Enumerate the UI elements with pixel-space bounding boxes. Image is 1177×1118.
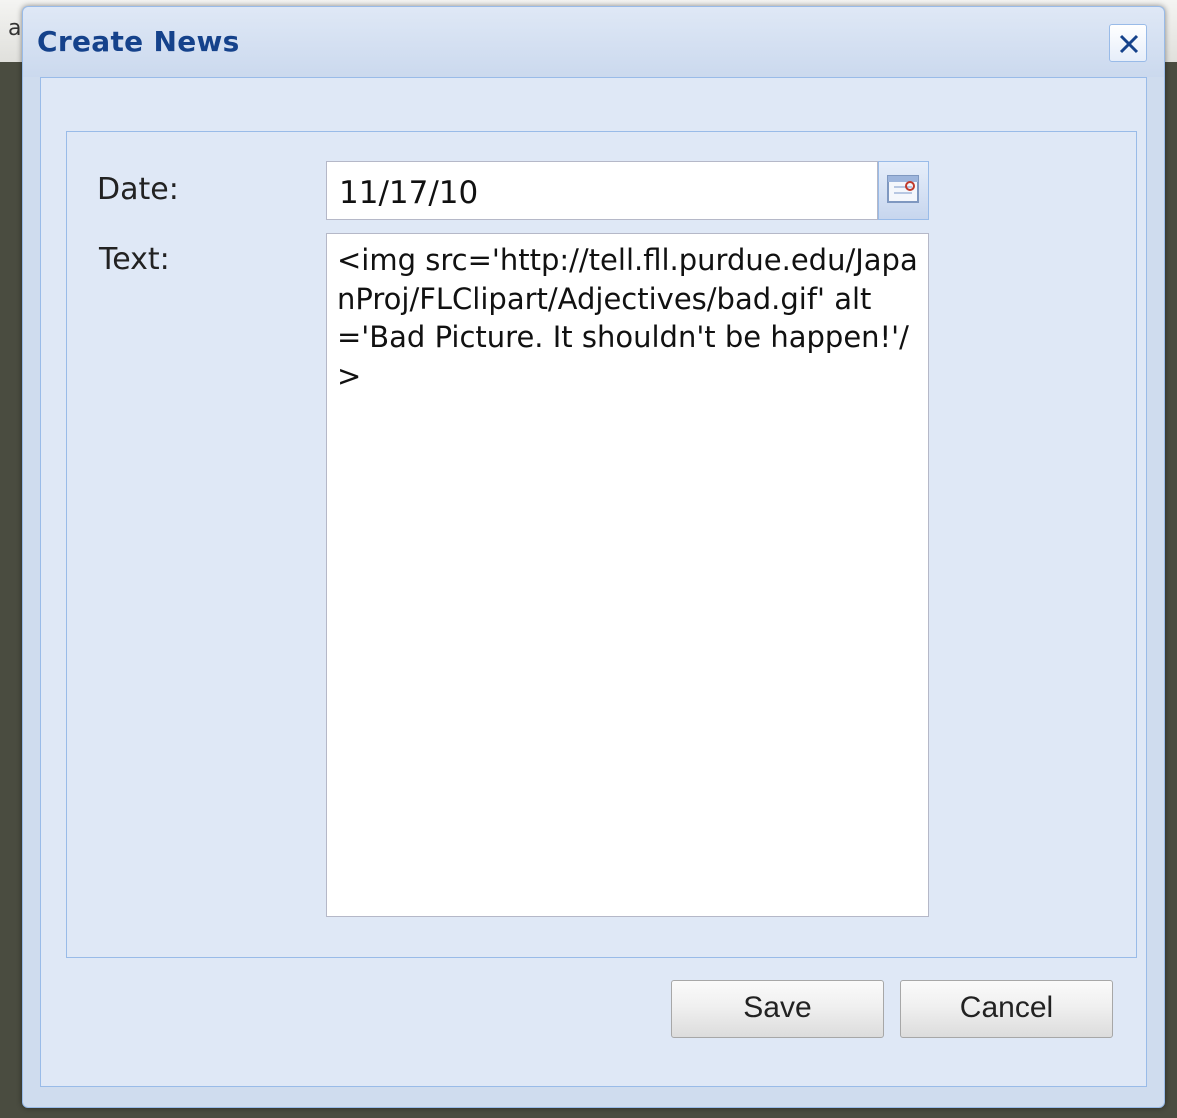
create-news-dialog: Create News Date: 11/17/10 Text: <img sr… xyxy=(22,6,1165,1108)
text-label: Text: xyxy=(99,242,170,277)
close-icon xyxy=(1119,34,1139,54)
close-button[interactable] xyxy=(1109,24,1147,62)
dialog-title: Create News xyxy=(37,25,240,58)
news-form: Date: 11/17/10 Text: <img src='http://te… xyxy=(66,131,1137,958)
background-text: a xyxy=(8,16,22,41)
dialog-body: Date: 11/17/10 Text: <img src='http://te… xyxy=(40,77,1147,1087)
date-picker-button[interactable] xyxy=(878,161,929,220)
dialog-titlebar[interactable]: Create News xyxy=(23,7,1164,77)
calendar-icon xyxy=(887,175,919,203)
save-button[interactable]: Save xyxy=(671,980,884,1038)
date-input[interactable]: 11/17/10 xyxy=(326,161,878,220)
cancel-button[interactable]: Cancel xyxy=(900,980,1113,1038)
date-label: Date: xyxy=(97,172,179,207)
text-input[interactable]: <img src='http://tell.fll.purdue.edu/Jap… xyxy=(326,233,929,917)
